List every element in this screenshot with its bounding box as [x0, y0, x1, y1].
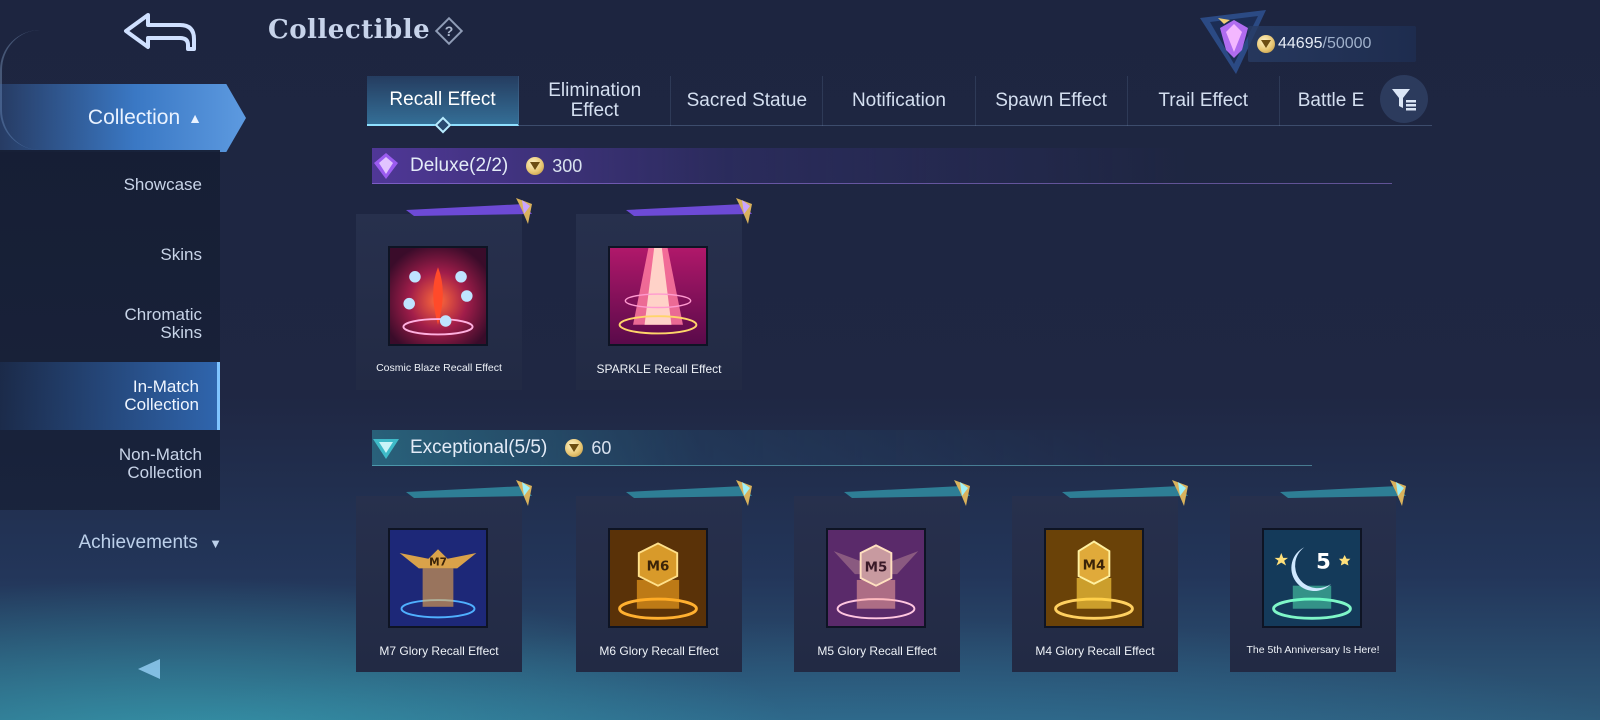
tab-notification[interactable]: Notification — [823, 76, 976, 126]
sparkle-thumbnail — [608, 246, 708, 346]
collectible-card[interactable]: M6 M6 Glory Recall Effect — [576, 480, 752, 672]
tab-spawn-effect[interactable]: Spawn Effect — [976, 76, 1128, 126]
deluxe-title: Deluxe — [410, 155, 470, 176]
tab-label: Battle E — [1297, 90, 1365, 111]
deluxe-section-header: Deluxe (2/2) 300 — [372, 147, 582, 185]
sidebar-item-label: Skins — [160, 245, 202, 264]
badge-text: M4 — [1083, 558, 1106, 573]
back-button[interactable] — [118, 8, 202, 58]
badge-text: 5 — [1316, 548, 1331, 573]
collection-points: 44695/50000 — [1248, 26, 1416, 62]
tab-label: Recall Effect — [389, 89, 496, 110]
tab-elimination-effect[interactable]: Elimination Effect — [519, 76, 672, 126]
item-name: M4 Glory Recall Effect — [1035, 644, 1155, 658]
collection-tab[interactable]: Collection ▲ — [0, 84, 246, 152]
page-title: Collectible — [268, 15, 431, 45]
sidebar-item-non-match-collection[interactable]: Non-Match Collection — [0, 446, 220, 482]
collection-label: Collection — [87, 106, 181, 129]
collapse-arrow-icon[interactable] — [136, 657, 162, 681]
filter-icon — [1392, 89, 1416, 111]
m6-glory-thumbnail: M6 — [608, 528, 708, 628]
collectible-card[interactable]: M5 M5 Glory Recall Effect — [794, 480, 970, 672]
exceptional-ribbon-icon — [406, 480, 532, 506]
tab-label: Trail Effect — [1158, 90, 1249, 111]
cosmic-blaze-thumbnail — [388, 246, 488, 346]
coin-icon — [526, 157, 545, 175]
chevron-down-icon: ▼ — [209, 536, 222, 551]
exceptional-cost-value: 60 — [591, 437, 612, 458]
sidebar-item-label: Chromatic Skins — [124, 305, 202, 342]
question-diamond-icon[interactable]: ? — [434, 16, 464, 46]
item-name: Cosmic Blaze Recall Effect — [376, 362, 502, 374]
sidebar-item-label: Showcase — [123, 175, 202, 194]
exceptional-ribbon-icon — [626, 480, 752, 506]
deluxe-count: (2/2) — [469, 155, 509, 176]
collectible-card[interactable]: SPARKLE Recall Effect — [576, 198, 752, 390]
deluxe-gem-icon — [374, 153, 398, 179]
tab-label: Sacred Statue — [686, 90, 808, 111]
sidebar-item-chromatic-skins[interactable]: Chromatic Skins — [0, 306, 220, 342]
exceptional-ribbon-icon — [844, 480, 970, 506]
coin-icon — [565, 439, 584, 457]
exceptional-title: Exceptional — [410, 437, 509, 458]
item-name: M5 Glory Recall Effect — [817, 644, 937, 658]
deluxe-cost: 300 — [526, 156, 582, 177]
sidebar-item-skins[interactable]: Skins — [0, 246, 220, 264]
tab-recall-effect[interactable]: Recall Effect — [367, 76, 520, 134]
badge-text: M5 — [865, 560, 888, 575]
collectible-card[interactable]: 5 The 5th Anniversary Is Here! — [1230, 480, 1406, 672]
fifth-anniversary-thumbnail: 5 — [1262, 528, 1362, 628]
badge-text: M7 — [429, 557, 447, 569]
sidebar-item-showcase[interactable]: Showcase — [0, 176, 220, 194]
coin-icon — [1257, 35, 1275, 53]
chevron-up-icon: ▲ — [188, 110, 202, 126]
tab-sacred-statue[interactable]: Sacred Statue — [671, 76, 824, 126]
filter-button[interactable] — [1380, 75, 1428, 123]
active-tab-marker — [434, 116, 452, 134]
m5-glory-thumbnail: M5 — [826, 528, 926, 628]
deluxe-ribbon-icon — [626, 198, 752, 224]
deluxe-cost-value: 300 — [552, 155, 583, 176]
item-name: M6 Glory Recall Effect — [599, 644, 719, 658]
item-name: M7 Glory Recall Effect — [379, 644, 499, 658]
tab-label: Notification — [851, 90, 946, 111]
m7-glory-thumbnail: M7 — [388, 528, 488, 628]
exceptional-section-header: Exceptional (5/5) 60 — [372, 429, 611, 467]
sidebar-item-label: In-Match Collection — [124, 377, 199, 414]
exceptional-count: (5/5) — [508, 437, 548, 458]
achievements-menu[interactable]: Achievements ▼ — [0, 532, 230, 554]
deluxe-ribbon-icon — [406, 198, 532, 224]
collectible-card[interactable]: M4 M4 Glory Recall Effect — [1012, 480, 1188, 672]
achievements-label: Achievements — [78, 532, 198, 553]
exceptional-cost: 60 — [565, 438, 611, 459]
collectible-card[interactable]: M7 M7 Glory Recall Effect — [356, 480, 532, 672]
points-total: /50000 — [1322, 35, 1372, 52]
sidebar-item-label: Non-Match Collection — [118, 445, 202, 482]
exceptional-ribbon-icon — [1062, 480, 1188, 506]
item-name: SPARKLE Recall Effect — [596, 362, 722, 376]
sidebar-item-in-match-collection[interactable]: In-Match Collection — [0, 362, 220, 430]
item-name: The 5th Anniversary Is Here! — [1246, 644, 1380, 656]
points-current: 44695 — [1278, 35, 1323, 52]
tab-trail-effect[interactable]: Trail Effect — [1128, 76, 1280, 126]
exceptional-gem-icon — [373, 439, 399, 459]
collectible-card[interactable]: Cosmic Blaze Recall Effect — [356, 198, 532, 390]
exceptional-ribbon-icon — [1280, 480, 1406, 506]
tab-label: Spawn Effect — [995, 90, 1107, 111]
m4-glory-thumbnail: M4 — [1044, 528, 1144, 628]
category-tabs: Recall Effect Elimination Effect Sacred … — [367, 76, 1432, 134]
back-arrow-icon — [124, 13, 196, 51]
tab-label: Elimination Effect — [548, 80, 642, 121]
badge-text: M6 — [647, 559, 670, 574]
